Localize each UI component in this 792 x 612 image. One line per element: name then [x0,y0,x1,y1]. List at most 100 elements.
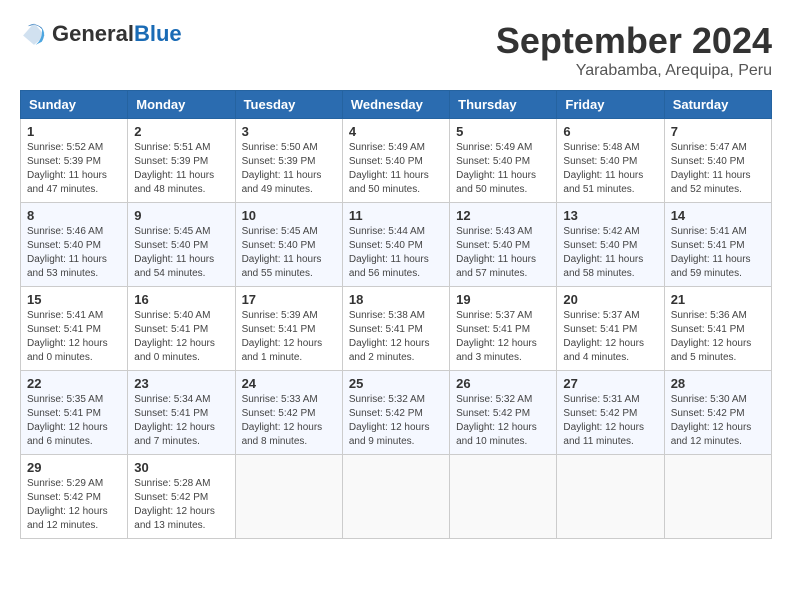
calendar-day-9: 9 Sunrise: 5:45 AMSunset: 5:40 PMDaylight… [128,203,235,287]
calendar-day-8: 8 Sunrise: 5:46 AMSunset: 5:40 PMDaylight… [21,203,128,287]
calendar-day-5: 5Sunrise: 5:49 AMSunset: 5:40 PMDaylight… [450,119,557,203]
calendar-day-30: 30 Sunrise: 5:28 AMSunset: 5:42 PMDayligh… [128,455,235,539]
day-number: 1 [27,124,121,139]
calendar-week-2: 8 Sunrise: 5:46 AMSunset: 5:40 PMDaylight… [21,203,772,287]
day-info: Sunrise: 5:36 AMSunset: 5:41 PMDaylight:… [671,309,765,365]
day-info: Sunrise: 5:47 AMSunset: 5:40 PMDaylight:… [671,141,765,197]
calendar-day-2: 2Sunrise: 5:51 AMSunset: 5:39 PMDaylight… [128,119,235,203]
day-number: 29 [27,460,121,475]
day-info: Sunrise: 5:28 AMSunset: 5:42 PMDaylight:… [134,477,228,533]
day-number: 2 [134,124,228,139]
day-info: Sunrise: 5:45 AMSunset: 5:40 PMDaylight:… [242,225,336,281]
calendar-day-6: 6 Sunrise: 5:48 AMSunset: 5:40 PMDaylight… [557,119,664,203]
calendar-day-19: 19 Sunrise: 5:37 AMSunset: 5:41 PMDayligh… [450,287,557,371]
title-block: September 2024 Yarabamba, Arequipa, Peru [496,20,772,80]
day-info: Sunrise: 5:34 AMSunset: 5:41 PMDaylight:… [134,393,228,449]
day-info: Sunrise: 5:35 AMSunset: 5:41 PMDaylight:… [27,393,121,449]
day-number: 30 [134,460,228,475]
empty-cell [557,455,664,539]
calendar-day-11: 11 Sunrise: 5:44 AMSunset: 5:40 PMDayligh… [342,203,449,287]
calendar-day-22: 22 Sunrise: 5:35 AMSunset: 5:41 PMDayligh… [21,371,128,455]
day-number: 15 [27,292,121,307]
day-number: 17 [242,292,336,307]
calendar-week-3: 15Sunrise: 5:41 AMSunset: 5:41 PMDayligh… [21,287,772,371]
logo-blue: Blue [134,21,182,46]
calendar-day-26: 26Sunrise: 5:32 AMSunset: 5:42 PMDayligh… [450,371,557,455]
weekday-header-thursday: Thursday [450,91,557,119]
day-number: 16 [134,292,228,307]
day-number: 27 [563,376,657,391]
day-number: 8 [27,208,121,223]
day-info: Sunrise: 5:31 AMSunset: 5:42 PMDaylight:… [563,393,657,449]
calendar-day-24: 24Sunrise: 5:33 AMSunset: 5:42 PMDayligh… [235,371,342,455]
day-number: 23 [134,376,228,391]
day-info: Sunrise: 5:37 AMSunset: 5:41 PMDaylight:… [456,309,550,365]
empty-cell [342,455,449,539]
day-info: Sunrise: 5:32 AMSunset: 5:42 PMDaylight:… [456,393,550,449]
calendar-day-12: 12 Sunrise: 5:43 AMSunset: 5:40 PMDayligh… [450,203,557,287]
weekday-header-saturday: Saturday [664,91,771,119]
weekday-header-wednesday: Wednesday [342,91,449,119]
day-info: Sunrise: 5:49 AMSunset: 5:40 PMDaylight:… [349,141,443,197]
logo-text: GeneralBlue [52,21,182,47]
day-number: 7 [671,124,765,139]
day-info: Sunrise: 5:32 AMSunset: 5:42 PMDaylight:… [349,393,443,449]
day-info: Sunrise: 5:52 AMSunset: 5:39 PMDaylight:… [27,141,121,197]
day-info: Sunrise: 5:40 AMSunset: 5:41 PMDaylight:… [134,309,228,365]
day-number: 13 [563,208,657,223]
calendar-day-21: 21Sunrise: 5:36 AMSunset: 5:41 PMDayligh… [664,287,771,371]
day-number: 28 [671,376,765,391]
day-number: 14 [671,208,765,223]
calendar-day-27: 27 Sunrise: 5:31 AMSunset: 5:42 PMDayligh… [557,371,664,455]
day-info: Sunrise: 5:29 AMSunset: 5:42 PMDaylight:… [27,477,121,533]
weekday-header-friday: Friday [557,91,664,119]
day-info: Sunrise: 5:37 AMSunset: 5:41 PMDaylight:… [563,309,657,365]
day-info: Sunrise: 5:42 AMSunset: 5:40 PMDaylight:… [563,225,657,281]
calendar-day-16: 16 Sunrise: 5:40 AMSunset: 5:41 PMDayligh… [128,287,235,371]
calendar-day-1: 1 Sunrise: 5:52 AMSunset: 5:39 PMDaylight… [21,119,128,203]
calendar-day-4: 4 Sunrise: 5:49 AMSunset: 5:40 PMDaylight… [342,119,449,203]
day-number: 12 [456,208,550,223]
day-number: 25 [349,376,443,391]
day-number: 3 [242,124,336,139]
day-number: 4 [349,124,443,139]
day-info: Sunrise: 5:38 AMSunset: 5:41 PMDaylight:… [349,309,443,365]
empty-cell [235,455,342,539]
day-info: Sunrise: 5:33 AMSunset: 5:42 PMDaylight:… [242,393,336,449]
calendar-week-1: 1 Sunrise: 5:52 AMSunset: 5:39 PMDaylight… [21,119,772,203]
day-info: Sunrise: 5:48 AMSunset: 5:40 PMDaylight:… [563,141,657,197]
calendar-day-23: 23 Sunrise: 5:34 AMSunset: 5:41 PMDayligh… [128,371,235,455]
location-subtitle: Yarabamba, Arequipa, Peru [496,62,772,80]
day-info: Sunrise: 5:44 AMSunset: 5:40 PMDaylight:… [349,225,443,281]
day-number: 18 [349,292,443,307]
empty-cell [450,455,557,539]
day-number: 11 [349,208,443,223]
calendar-week-5: 29 Sunrise: 5:29 AMSunset: 5:42 PMDayligh… [21,455,772,539]
calendar-table: SundayMondayTuesdayWednesdayThursdayFrid… [20,90,772,539]
day-number: 19 [456,292,550,307]
day-number: 10 [242,208,336,223]
day-number: 9 [134,208,228,223]
page-header: GeneralBlue September 2024 Yarabamba, Ar… [20,20,772,80]
day-info: Sunrise: 5:43 AMSunset: 5:40 PMDaylight:… [456,225,550,281]
day-info: Sunrise: 5:46 AMSunset: 5:40 PMDaylight:… [27,225,121,281]
calendar-day-14: 14 Sunrise: 5:41 AMSunset: 5:41 PMDayligh… [664,203,771,287]
calendar-day-7: 7 Sunrise: 5:47 AMSunset: 5:40 PMDaylight… [664,119,771,203]
calendar-day-25: 25 Sunrise: 5:32 AMSunset: 5:42 PMDayligh… [342,371,449,455]
day-info: Sunrise: 5:39 AMSunset: 5:41 PMDaylight:… [242,309,336,365]
calendar-day-29: 29 Sunrise: 5:29 AMSunset: 5:42 PMDayligh… [21,455,128,539]
calendar-day-28: 28Sunrise: 5:30 AMSunset: 5:42 PMDayligh… [664,371,771,455]
weekday-header-tuesday: Tuesday [235,91,342,119]
weekday-header-sunday: Sunday [21,91,128,119]
day-info: Sunrise: 5:41 AMSunset: 5:41 PMDaylight:… [671,225,765,281]
weekday-header-monday: Monday [128,91,235,119]
logo: GeneralBlue [20,20,182,48]
calendar-day-13: 13 Sunrise: 5:42 AMSunset: 5:40 PMDayligh… [557,203,664,287]
day-info: Sunrise: 5:50 AMSunset: 5:39 PMDaylight:… [242,141,336,197]
calendar-week-4: 22 Sunrise: 5:35 AMSunset: 5:41 PMDayligh… [21,371,772,455]
day-number: 20 [563,292,657,307]
day-number: 6 [563,124,657,139]
day-number: 22 [27,376,121,391]
day-info: Sunrise: 5:45 AMSunset: 5:40 PMDaylight:… [134,225,228,281]
day-number: 5 [456,124,550,139]
